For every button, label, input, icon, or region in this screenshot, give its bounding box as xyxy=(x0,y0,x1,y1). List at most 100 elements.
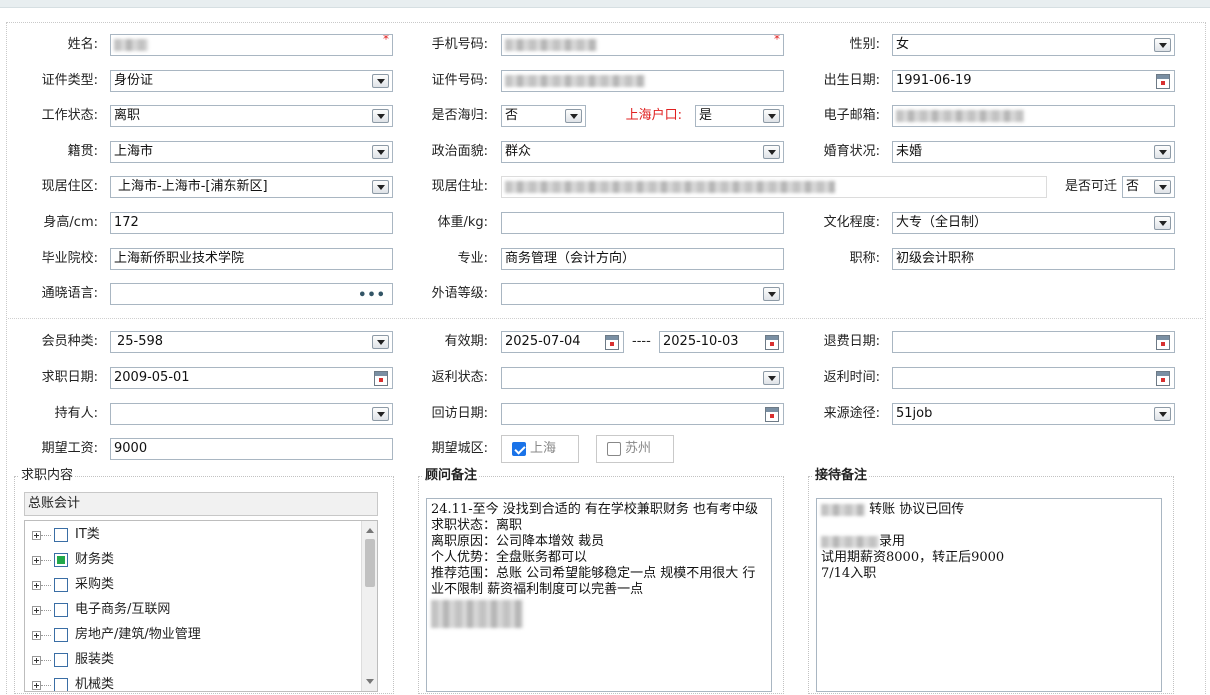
sh-hukou-select[interactable]: 是 xyxy=(695,105,784,127)
source-select[interactable]: 51job xyxy=(892,403,1175,425)
education-select[interactable]: 大专（全日制） xyxy=(892,212,1175,234)
chevron-down-icon[interactable] xyxy=(372,335,389,349)
job-search-input[interactable]: 总账会计 xyxy=(24,492,378,516)
returnee-select[interactable]: 否 xyxy=(501,105,586,127)
valid-end-field[interactable]: 2025-10-03 xyxy=(659,331,784,353)
calendar-icon[interactable] xyxy=(1156,335,1170,350)
phone-field[interactable]: * xyxy=(501,34,784,56)
chevron-down-icon[interactable] xyxy=(1154,145,1171,159)
name-field[interactable]: * xyxy=(110,34,393,56)
job-content-title: 求职内容 xyxy=(19,468,76,484)
calendar-icon[interactable] xyxy=(605,335,619,350)
checkbox-icon[interactable] xyxy=(54,578,68,592)
checkbox-icon[interactable] xyxy=(54,628,68,642)
refund-date-field[interactable] xyxy=(892,331,1175,353)
checkbox-checked-icon[interactable] xyxy=(512,442,526,456)
job-date-label: 求职日期: xyxy=(41,370,98,385)
id-type-select[interactable]: 身份证 xyxy=(110,70,393,92)
checkbox-icon[interactable] xyxy=(54,603,68,617)
relocate-value: 否 xyxy=(1126,179,1140,194)
tree-scrollbar[interactable] xyxy=(361,521,377,691)
job-date-field[interactable]: 2009-05-01 xyxy=(110,367,393,389)
chevron-down-icon[interactable] xyxy=(372,109,389,123)
advisor-notes-textarea[interactable]: 24.11-至今 没找到合适的 有在学校兼职财务 也有考中级 求职状态：离职 离… xyxy=(426,498,772,692)
member-type-select[interactable]: 25-598 xyxy=(110,331,393,353)
chevron-down-icon[interactable] xyxy=(1154,38,1171,52)
salary-field[interactable]: 9000 xyxy=(110,438,393,460)
checkbox-partial-icon[interactable] xyxy=(54,553,68,567)
tree-item-apparel[interactable]: 服装类 xyxy=(25,648,361,672)
expand-icon[interactable] xyxy=(32,531,41,540)
residence-addr-field[interactable] xyxy=(501,176,1047,198)
tree-item-realestate[interactable]: 房地产/建筑/物业管理 xyxy=(25,623,361,647)
relocate-select[interactable]: 否 xyxy=(1122,176,1175,198)
residence-area-select[interactable]: 上海市-上海市-[浦东新区] xyxy=(110,176,393,198)
calendar-icon[interactable] xyxy=(1156,371,1170,386)
reception-notes-textarea[interactable]: 转账 协议已回传 录用 试用期薪资8000，转正后9000 7/14入职 xyxy=(816,498,1162,692)
tree-item-ecommerce[interactable]: 电子商务/互联网 xyxy=(25,598,361,622)
chevron-down-icon[interactable] xyxy=(763,145,780,159)
weight-label: 体重/kg: xyxy=(437,215,488,230)
marital-select[interactable]: 未婚 xyxy=(892,141,1175,163)
political-select[interactable]: 群众 xyxy=(501,141,784,163)
revisit-date-field[interactable] xyxy=(501,403,784,425)
calendar-icon[interactable] xyxy=(765,335,779,350)
major-field[interactable]: 商务管理（会计方向） xyxy=(501,248,784,270)
calendar-icon[interactable] xyxy=(1156,74,1170,89)
required-asterisk: * xyxy=(383,34,389,46)
more-icon[interactable]: ••• xyxy=(358,286,386,304)
expand-icon[interactable] xyxy=(32,681,41,690)
language-picker[interactable]: ••• xyxy=(110,283,393,305)
school-field[interactable]: 上海新侨职业技术学院 xyxy=(110,248,393,270)
calendar-icon[interactable] xyxy=(374,371,388,386)
expand-icon[interactable] xyxy=(32,631,41,640)
tree-item-purchasing[interactable]: 采购类 xyxy=(25,573,361,597)
calendar-icon[interactable] xyxy=(765,407,779,422)
chevron-down-icon[interactable] xyxy=(763,109,780,123)
tree-item-machinery[interactable]: 机械类 xyxy=(25,673,361,691)
holder-select[interactable] xyxy=(110,403,393,425)
native-value: 上海市 xyxy=(114,144,154,159)
expand-icon[interactable] xyxy=(32,581,41,590)
rebate-status-select[interactable] xyxy=(501,367,784,389)
checkbox-unchecked-icon[interactable] xyxy=(607,442,621,456)
native-label: 籍贯: xyxy=(67,144,98,159)
checkbox-icon[interactable] xyxy=(54,653,68,667)
scroll-thumb[interactable] xyxy=(365,539,375,587)
chevron-down-icon[interactable] xyxy=(372,407,389,421)
chevron-down-icon[interactable] xyxy=(1154,216,1171,230)
chevron-down-icon[interactable] xyxy=(763,371,780,385)
checkbox-icon[interactable] xyxy=(54,678,68,691)
redacted-note xyxy=(821,503,865,516)
chevron-down-icon[interactable] xyxy=(372,74,389,88)
tree-item-finance[interactable]: 财务类 xyxy=(25,548,361,572)
chevron-down-icon[interactable] xyxy=(372,180,389,194)
expand-icon[interactable] xyxy=(32,606,41,615)
gender-select[interactable]: 女 xyxy=(892,34,1175,56)
work-status-select[interactable]: 离职 xyxy=(110,105,393,127)
checkbox-icon[interactable] xyxy=(54,528,68,542)
chevron-down-icon[interactable] xyxy=(565,109,582,123)
email-field[interactable] xyxy=(892,105,1175,127)
city-option-suzhou[interactable]: 苏州 xyxy=(596,435,674,463)
id-no-field[interactable] xyxy=(501,70,784,92)
rebate-time-field[interactable] xyxy=(892,367,1175,389)
tree-item-it[interactable]: IT类 xyxy=(25,523,361,547)
native-select[interactable]: 上海市 xyxy=(110,141,393,163)
chevron-down-icon[interactable] xyxy=(1154,180,1171,194)
expand-icon[interactable] xyxy=(32,556,41,565)
title-field[interactable]: 初级会计职称 xyxy=(892,248,1175,270)
chevron-down-icon[interactable] xyxy=(372,145,389,159)
foreign-level-select[interactable] xyxy=(501,283,784,305)
expand-icon[interactable] xyxy=(32,656,41,665)
city-option-shanghai[interactable]: 上海 xyxy=(501,435,579,463)
valid-start-field[interactable]: 2025-07-04 xyxy=(501,331,624,353)
height-field[interactable]: 172 xyxy=(110,212,393,234)
birth-date-field[interactable]: 1991-06-19 xyxy=(892,70,1175,92)
weight-field[interactable] xyxy=(501,212,784,234)
chevron-down-icon[interactable] xyxy=(763,287,780,301)
chevron-down-icon[interactable] xyxy=(1154,407,1171,421)
residence-addr-label: 现居住址: xyxy=(431,179,488,194)
scroll-down-icon[interactable] xyxy=(366,679,374,684)
scroll-up-icon[interactable] xyxy=(366,528,374,533)
